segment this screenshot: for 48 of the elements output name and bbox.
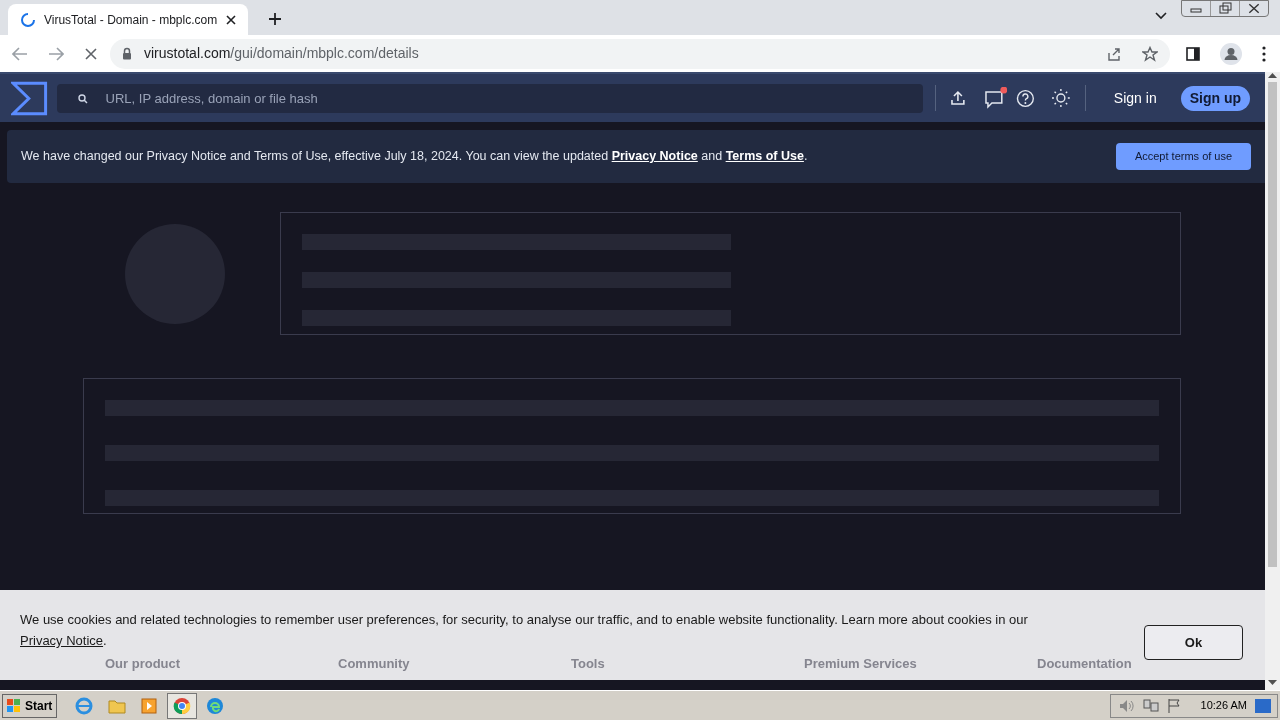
chevron-down-icon[interactable] bbox=[1155, 12, 1167, 20]
close-icon[interactable] bbox=[226, 14, 236, 25]
chat-icon[interactable] bbox=[983, 87, 1008, 109]
sigma-logo-icon[interactable] bbox=[11, 80, 48, 116]
upload-icon[interactable] bbox=[949, 90, 966, 106]
profile-icon[interactable] bbox=[1220, 42, 1242, 65]
help-icon[interactable] bbox=[1016, 88, 1036, 108]
sign-up-button[interactable]: Sign up bbox=[1180, 85, 1250, 111]
start-button[interactable]: Start bbox=[2, 693, 58, 718]
stop-icon[interactable] bbox=[84, 46, 98, 61]
browser-tab[interactable]: VirusTotal - Domain - mbplc.com bbox=[8, 4, 248, 35]
menu-icon[interactable] bbox=[1262, 45, 1266, 62]
windows-logo-icon bbox=[7, 698, 21, 713]
sun-icon[interactable] bbox=[1051, 88, 1071, 108]
footer-heading: Our product bbox=[105, 655, 182, 673]
search-icon bbox=[77, 93, 88, 104]
accept-terms-button[interactable]: Accept terms of use bbox=[1116, 143, 1251, 170]
window-controls[interactable] bbox=[1181, 0, 1269, 17]
media-player-icon[interactable] bbox=[141, 697, 158, 714]
search-field[interactable]: URL, IP address, domain or file hash bbox=[56, 83, 923, 113]
scroll-down-icon[interactable] bbox=[1268, 680, 1277, 686]
footer-heading: Premium Services bbox=[804, 655, 918, 673]
new-tab-icon[interactable] bbox=[268, 12, 282, 26]
share-icon[interactable] bbox=[1106, 45, 1122, 62]
flag-icon[interactable] bbox=[1166, 697, 1181, 714]
footer-heading: Documentation bbox=[1037, 655, 1133, 673]
lock-icon bbox=[122, 47, 132, 60]
forward-icon[interactable] bbox=[48, 46, 64, 61]
tab-title: VirusTotal - Domain - mbplc.com bbox=[44, 11, 218, 29]
url-text: virustotal.com/gui/domain/mbplc.com/details bbox=[144, 44, 420, 63]
sign-in-link[interactable]: Sign in bbox=[1113, 87, 1157, 109]
star-icon[interactable] bbox=[1142, 45, 1158, 62]
address-bar[interactable]: virustotal.com/gui/domain/mbplc.com/details bbox=[110, 38, 1170, 69]
privacy-notice-link[interactable]: Privacy Notice bbox=[20, 633, 104, 648]
footer-heading: Community bbox=[338, 655, 411, 673]
back-icon[interactable] bbox=[12, 46, 28, 61]
terms-of-use-link[interactable]: Terms of Use bbox=[725, 149, 804, 164]
privacy-notice-link[interactable]: Privacy Notice bbox=[611, 149, 698, 164]
chrome-icon bbox=[173, 696, 192, 715]
ok-button[interactable]: Ok bbox=[1144, 625, 1243, 660]
footer-heading: Tools bbox=[571, 655, 606, 673]
cookie-text: We use cookies and related technologies to remember user preferences, for security, to analyse our traffic, and to enable website functionality. Learn more about cookies in our Privacy Notice. bbox=[20, 611, 1029, 650]
side-panel-icon[interactable] bbox=[1186, 46, 1200, 61]
chrome-taskbar-button[interactable] bbox=[167, 692, 198, 719]
network-icon[interactable] bbox=[1142, 697, 1159, 714]
clock: 10:26 AM bbox=[1200, 698, 1247, 714]
show-desktop-icon[interactable] bbox=[1255, 698, 1271, 713]
notice-text: We have changed our Privacy Notice and Terms of Use, effective July 18, 2024. You can view the updated Privacy Notice and Terms of Use. bbox=[21, 148, 809, 166]
